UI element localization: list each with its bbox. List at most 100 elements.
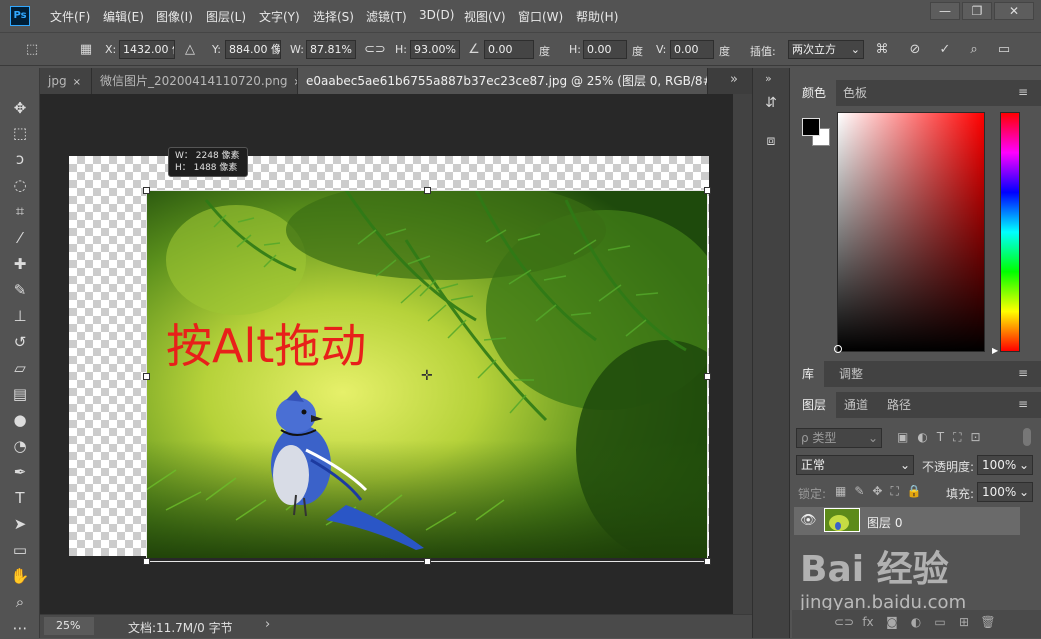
tab-color[interactable]: 颜色	[792, 80, 837, 106]
brush-tool-icon[interactable]: ✎	[9, 279, 31, 301]
transform-handle-top-left[interactable]	[143, 187, 150, 194]
transform-handle-bottom[interactable]	[424, 558, 431, 565]
menu-filter[interactable]: 滤镜(T)	[366, 8, 407, 25]
transform-handle-top-right[interactable]	[704, 187, 711, 194]
type-tool-icon[interactable]: T	[9, 487, 31, 509]
zoom-tool-icon[interactable]: ⌕	[9, 591, 31, 613]
new-layer-icon[interactable]: ⊞	[956, 614, 972, 630]
zoom-level-field[interactable]: 25%	[44, 617, 94, 635]
tab-document-1[interactable]: jpg ×	[40, 68, 92, 94]
commit-transform-icon[interactable]: ✓	[935, 40, 955, 60]
document-info[interactable]: 文档:11.7M/0 字节	[128, 619, 233, 636]
menu-edit[interactable]: 编辑(E)	[103, 8, 144, 25]
marquee-tool-icon[interactable]: ⬚	[9, 122, 31, 144]
vskew-field[interactable]: 0.00	[670, 40, 714, 59]
transform-center-icon[interactable]: ✛	[421, 368, 433, 384]
lock-icons[interactable]: ▦✎✥⛶🔒	[835, 484, 930, 499]
menu-layer[interactable]: 图层(L)	[206, 8, 246, 25]
menu-view[interactable]: 视图(V)	[464, 8, 506, 25]
warp-icon[interactable]: ⌘	[872, 40, 892, 60]
rectangle-tool-icon[interactable]: ▭	[9, 539, 31, 561]
layer-filter-select[interactable]: ρ 类型 ⌄	[796, 428, 882, 448]
close-window-button[interactable]: ✕	[994, 2, 1034, 20]
menu-image[interactable]: 图像(I)	[156, 8, 193, 25]
link-icon[interactable]: ⊂⊃	[364, 40, 386, 60]
cancel-transform-icon[interactable]: ⊘	[905, 40, 925, 60]
layer-thumbnail[interactable]	[824, 508, 860, 532]
pen-tool-icon[interactable]: ✒	[9, 461, 31, 483]
blur-tool-icon[interactable]: ●	[9, 409, 31, 431]
add-mask-icon[interactable]: ◙	[884, 614, 900, 630]
eye-visibility-icon[interactable]: 👁	[800, 513, 817, 528]
3d-panel-icon[interactable]: ⧈	[762, 132, 780, 150]
move-tool-icon[interactable]: ✥	[9, 97, 31, 119]
gradient-tool-icon[interactable]: ▤	[9, 383, 31, 405]
transform-handle-bottom-right[interactable]	[704, 558, 711, 565]
hskew-field[interactable]: 0.00	[583, 40, 627, 59]
tab-swatches[interactable]: 色板	[833, 80, 877, 106]
menu-help[interactable]: 帮助(H)	[576, 8, 618, 25]
transform-handle-right[interactable]	[704, 373, 711, 380]
y-field[interactable]: 884.00 像	[225, 40, 281, 59]
tab-channels[interactable]: 通道	[834, 392, 878, 418]
reference-point-icon[interactable]: ▦	[76, 40, 96, 60]
menu-type[interactable]: 文字(Y)	[259, 8, 300, 25]
x-field[interactable]: 1432.00 像	[119, 40, 175, 59]
tab-paths[interactable]: 路径	[877, 392, 921, 418]
filter-toggle[interactable]	[1023, 428, 1031, 446]
search-icon[interactable]: ⌕	[964, 40, 984, 60]
dodge-tool-icon[interactable]: ◔	[9, 435, 31, 457]
transform-handle-bottom-left[interactable]	[143, 558, 150, 565]
history-brush-tool-icon[interactable]: ↺	[9, 331, 31, 353]
crop-tool-icon[interactable]: ⌗	[9, 200, 31, 222]
menu-select[interactable]: 选择(S)	[313, 8, 354, 25]
tabs-overflow-icon[interactable]: »	[730, 72, 738, 87]
tab-layers[interactable]: 图层	[792, 392, 837, 418]
adjustment-layer-icon[interactable]: ◐	[908, 614, 924, 630]
quick-select-tool-icon[interactable]: ◌	[9, 174, 31, 196]
transform-handle-left[interactable]	[143, 373, 150, 380]
relative-position-icon[interactable]: △	[180, 40, 200, 60]
menu-3d[interactable]: 3D(D)	[419, 8, 454, 22]
panel-menu-icon[interactable]: ≡	[1018, 85, 1028, 99]
tab-adjustments[interactable]: 调整	[829, 361, 873, 387]
more-tools-icon[interactable]: ⋯	[9, 617, 31, 639]
layer-name[interactable]: 图层 0	[867, 514, 902, 531]
healing-brush-tool-icon[interactable]: ✚	[9, 253, 31, 275]
menu-window[interactable]: 窗口(W)	[518, 8, 563, 25]
tab-document-active[interactable]: e0aabec5ae61b6755a887b37ec23ce87.jpg @ 2…	[298, 68, 708, 94]
restore-button[interactable]: ❐	[962, 2, 992, 20]
menu-file[interactable]: 文件(F)	[50, 8, 90, 25]
panel-menu-icon[interactable]: ≡	[1018, 366, 1028, 380]
width-field[interactable]: 87.81%	[306, 40, 356, 59]
vertical-scrollbar[interactable]	[733, 94, 752, 614]
hue-slider-pointer-icon[interactable]: ▶	[992, 346, 998, 355]
height-field[interactable]: 93.00%	[410, 40, 460, 59]
color-picker-field[interactable]	[837, 112, 985, 352]
new-group-icon[interactable]: ▭	[932, 614, 948, 630]
eyedropper-tool-icon[interactable]: ⁄	[9, 227, 31, 249]
transform-tool-icon[interactable]: ⬚	[22, 40, 42, 60]
status-menu-arrow-icon[interactable]: ›	[265, 617, 270, 632]
lasso-tool-icon[interactable]: ↄ	[9, 148, 31, 170]
path-select-tool-icon[interactable]: ➤	[9, 513, 31, 535]
dock-expand-icon[interactable]: »	[765, 72, 772, 85]
workspace-icon[interactable]: ▭	[994, 40, 1014, 60]
link-layers-icon[interactable]: ⊂⊃	[834, 614, 854, 630]
history-panel-icon[interactable]: ⇵	[762, 94, 780, 112]
foreground-color-swatch[interactable]	[802, 118, 820, 136]
clone-stamp-tool-icon[interactable]: ⊥	[9, 305, 31, 327]
opacity-field[interactable]: 100% ⌄	[977, 455, 1033, 475]
angle-field[interactable]: 0.00	[484, 40, 534, 59]
hue-slider[interactable]	[1000, 112, 1020, 352]
blend-mode-select[interactable]: 正常 ⌄	[796, 455, 914, 475]
color-picker-marker[interactable]	[834, 345, 842, 353]
eraser-tool-icon[interactable]: ▱	[9, 357, 31, 379]
layer-style-icon[interactable]: fx	[860, 614, 876, 630]
layer-filter-icons[interactable]: ▣◐T⛶⊡	[897, 430, 990, 445]
close-tab-icon[interactable]: ×	[73, 77, 81, 88]
minimize-button[interactable]: —	[930, 2, 960, 20]
tab-document-2[interactable]: 微信图片_20200414110720.png×	[92, 68, 298, 94]
fill-field[interactable]: 100% ⌄	[977, 482, 1033, 502]
tab-library[interactable]: 库	[792, 361, 825, 387]
